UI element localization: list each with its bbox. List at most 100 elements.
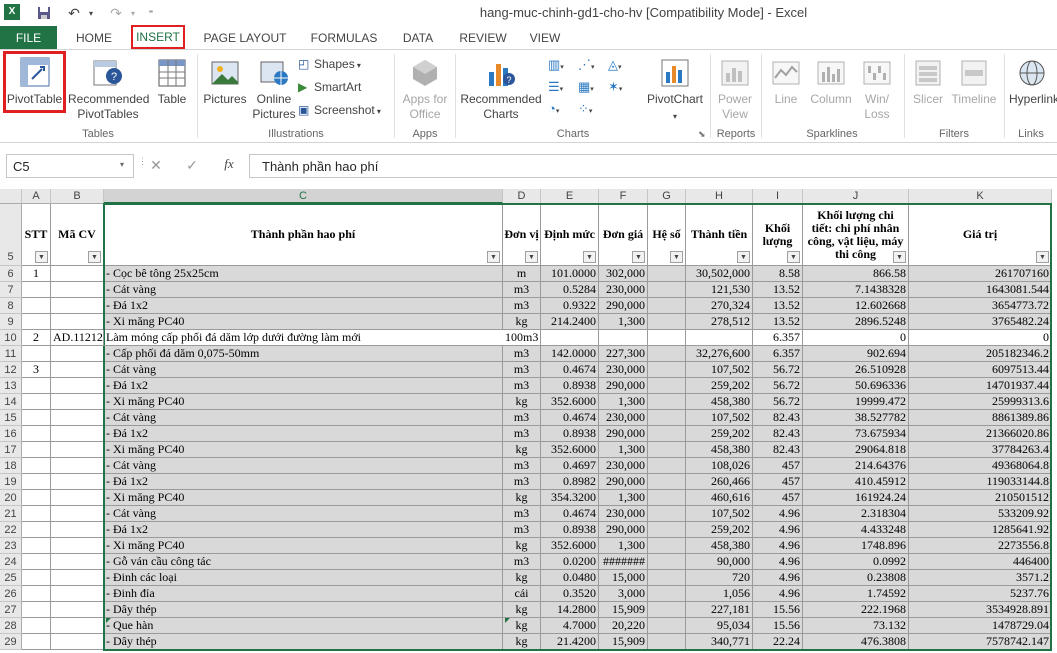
cell-k29[interactable]: 7578742.147 [909,634,1052,650]
cell-c9[interactable]: - Xi măng PC40 [104,314,503,330]
cell-c13[interactable]: - Đá 1x2 [104,378,503,394]
hyperlink-button[interactable]: Hyperlink [1007,54,1057,114]
cell-e13[interactable]: 0.8938 [541,378,599,394]
tab-page-layout[interactable]: PAGE LAYOUT [200,28,290,48]
cell-i21[interactable]: 4.96 [753,506,803,522]
row-header-25[interactable]: 25 [0,570,22,586]
cell-e25[interactable]: 0.0480 [541,570,599,586]
smartart-button[interactable]: ▶ SmartArt [298,80,370,96]
cell-k8[interactable]: 3654773.72 [909,298,1052,314]
cell-d26[interactable]: cái [503,586,541,602]
pictures-button[interactable]: Pictures [202,54,248,114]
pie-chart-icon[interactable]: ◔▾ [548,101,574,119]
cell-g12[interactable] [648,362,686,378]
cell-j20[interactable]: 161924.24 [803,490,909,506]
cell-g14[interactable] [648,394,686,410]
cell-b25[interactable] [51,570,104,586]
cell-d23[interactable]: kg [503,538,541,554]
cell-i19[interactable]: 457 [753,474,803,490]
cell-k28[interactable]: 1478729.04 [909,618,1052,634]
column-header-f[interactable]: F [599,189,648,204]
filter-dropdown-icon[interactable]: ▼ [1036,251,1049,263]
cell-j16[interactable]: 73.675934 [803,426,909,442]
cell-e6[interactable]: 101.0000 [541,266,599,282]
cell-g17[interactable] [648,442,686,458]
cell-g11[interactable] [648,346,686,362]
header-cell-he-so[interactable]: Hệ số ▼ [648,204,686,266]
cell-f27[interactable]: 15,909 [599,602,648,618]
cell-g8[interactable] [648,298,686,314]
cell-j10[interactable]: 0 [803,330,909,346]
cell-k15[interactable]: 8861389.86 [909,410,1052,426]
row-header-24[interactable]: 24 [0,554,22,570]
cell-a18[interactable] [22,458,51,474]
cell-i7[interactable]: 13.52 [753,282,803,298]
cell-f14[interactable]: 1,300 [599,394,648,410]
cell-b11[interactable] [51,346,104,362]
cell-h10[interactable] [686,330,753,346]
cell-h7[interactable]: 121,530 [686,282,753,298]
cell-f28[interactable]: 20,220 [599,618,648,634]
filter-dropdown-icon[interactable]: ▼ [632,251,645,263]
cell-d24[interactable]: m3 [503,554,541,570]
cell-b27[interactable] [51,602,104,618]
filter-dropdown-icon[interactable]: ▼ [670,251,683,263]
row-header-19[interactable]: 19 [0,474,22,490]
cell-a16[interactable] [22,426,51,442]
cell-d8[interactable]: m3 [503,298,541,314]
cell-c8[interactable]: - Đá 1x2 [104,298,503,314]
screenshot-button[interactable]: ▣ Screenshot ▾ [298,103,392,119]
cell-k6[interactable]: 261707160 [909,266,1052,282]
cell-d15[interactable]: m3 [503,410,541,426]
cell-d14[interactable]: kg [503,394,541,410]
column-header-g[interactable]: G [648,189,686,204]
cell-c18[interactable]: - Cát vàng [104,458,503,474]
cell-b9[interactable] [51,314,104,330]
cell-b14[interactable] [51,394,104,410]
cell-d25[interactable]: kg [503,570,541,586]
cell-h21[interactable]: 107,502 [686,506,753,522]
cell-h8[interactable]: 270,324 [686,298,753,314]
cell-j8[interactable]: 12.602668 [803,298,909,314]
cell-f20[interactable]: 1,300 [599,490,648,506]
cell-a29[interactable] [22,634,51,650]
cell-g18[interactable] [648,458,686,474]
cell-b21[interactable] [51,506,104,522]
cell-h11[interactable]: 32,276,600 [686,346,753,362]
cell-g13[interactable] [648,378,686,394]
cell-e8[interactable]: 0.9322 [541,298,599,314]
cell-g28[interactable] [648,618,686,634]
row-header-5[interactable]: 5 [0,204,22,266]
cell-h9[interactable]: 278,512 [686,314,753,330]
filter-dropdown-icon[interactable]: ▼ [525,251,538,263]
cell-c12[interactable]: - Cát vàng [104,362,503,378]
radar-chart-icon[interactable]: ✶▾ [608,79,634,97]
cell-b29[interactable] [51,634,104,650]
cell-a28[interactable] [22,618,51,634]
cell-j29[interactable]: 476.3808 [803,634,909,650]
cell-d9[interactable]: kg [503,314,541,330]
cell-k14[interactable]: 25999313.6 [909,394,1052,410]
cell-d22[interactable]: m3 [503,522,541,538]
cell-g20[interactable] [648,490,686,506]
cell-d19[interactable]: m3 [503,474,541,490]
cell-k19[interactable]: 119033144.8 [909,474,1052,490]
cell-h12[interactable]: 107,502 [686,362,753,378]
cell-d18[interactable]: m3 [503,458,541,474]
cell-b7[interactable] [51,282,104,298]
row-header-15[interactable]: 15 [0,410,22,426]
row-header-26[interactable]: 26 [0,586,22,602]
cell-j17[interactable]: 29064.818 [803,442,909,458]
stock-chart-icon[interactable]: ▦▾ [578,79,604,97]
cell-b10[interactable]: AD.11212 [51,330,104,346]
cell-e21[interactable]: 0.4674 [541,506,599,522]
cell-j13[interactable]: 50.696336 [803,378,909,394]
row-header-8[interactable]: 8 [0,298,22,314]
cell-h17[interactable]: 458,380 [686,442,753,458]
cell-e23[interactable]: 352.6000 [541,538,599,554]
cell-b6[interactable] [51,266,104,282]
cell-f17[interactable]: 1,300 [599,442,648,458]
header-cell-ma-cv[interactable]: Mã CV ▼ [51,204,104,266]
pivotchart-button[interactable]: PivotChart ▾ [644,54,706,121]
cell-b24[interactable] [51,554,104,570]
